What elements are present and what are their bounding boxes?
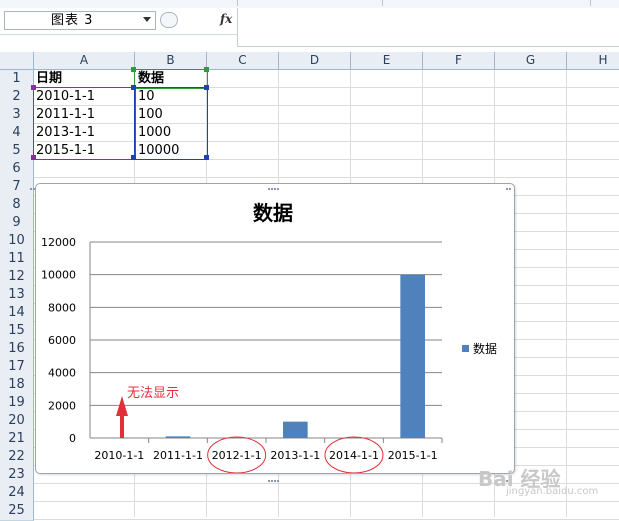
column-header-B[interactable]: B (135, 52, 207, 70)
x-tick-label: 2015-1-1 (388, 449, 438, 462)
x-tick-label: 2011-1-1 (153, 449, 203, 462)
grid-row-line (34, 177, 619, 178)
y-tick-label: 12000 (41, 236, 76, 249)
bar-2011-1-1 (166, 436, 191, 438)
resize-handle-corner[interactable] (506, 179, 520, 183)
grid-col-line (566, 70, 567, 517)
range-handle[interactable] (131, 155, 136, 160)
chevron-down-icon[interactable] (143, 17, 151, 22)
select-all-corner[interactable] (0, 52, 34, 70)
column-header-G[interactable]: G (495, 52, 567, 70)
column-header-D[interactable]: D (279, 52, 351, 70)
range-handle[interactable] (131, 67, 136, 72)
chart-title[interactable]: 数据 (253, 201, 293, 225)
column-header-F[interactable]: F (423, 52, 495, 70)
row-header-23[interactable]: 23 (0, 466, 34, 485)
row-header-7[interactable]: 7 (0, 178, 34, 197)
x-tick-label: 2012-1-1 (212, 449, 262, 462)
resize-handle-corner[interactable] (30, 179, 44, 183)
y-tick-label: 4000 (48, 367, 76, 380)
x-tick-label: 2013-1-1 (270, 449, 320, 462)
embedded-chart[interactable]: 数据 0 2000 4000 6000 8000 10000 12000 2010-1-1 2… (35, 183, 515, 474)
x-tick-label: 2010-1-1 (94, 449, 144, 462)
column-header-C[interactable]: C (207, 52, 279, 70)
y-tick-label: 2000 (48, 399, 76, 412)
formula-cancel-icon[interactable] (160, 12, 178, 28)
row-header-5[interactable]: 5 (0, 142, 34, 161)
row-header-13[interactable]: 13 (0, 286, 34, 305)
row-header-3[interactable]: 3 (0, 106, 34, 125)
column-header-H[interactable]: H (567, 52, 619, 70)
x-tick-label: 2014-1-1 (329, 449, 379, 462)
bar-2015-1-1 (400, 275, 425, 438)
name-box-value: 图表 3 (51, 12, 93, 29)
legend-swatch (462, 345, 469, 352)
row-header-16[interactable]: 16 (0, 340, 34, 359)
formula-controls: fx (158, 11, 236, 28)
range-handle[interactable] (31, 85, 36, 90)
bar-2013-1-1 (283, 422, 308, 438)
row-header-8[interactable]: 8 (0, 196, 34, 215)
row-header-15[interactable]: 15 (0, 322, 34, 341)
row-header-10[interactable]: 10 (0, 232, 34, 251)
row-header-17[interactable]: 17 (0, 358, 34, 377)
row-header-11[interactable]: 11 (0, 250, 34, 269)
value-range-highlight (134, 87, 208, 160)
red-arrow-icon (116, 396, 128, 438)
formula-bar: 图表 3 fx (0, 8, 619, 47)
row-header-2[interactable]: 2 (0, 88, 34, 107)
range-handle[interactable] (31, 155, 36, 160)
row-header-6[interactable]: 6 (0, 160, 34, 179)
row-header-1[interactable]: 1 (0, 70, 34, 89)
row-header-19[interactable]: 19 (0, 394, 34, 413)
category-range-highlight (33, 87, 136, 160)
formula-input[interactable] (237, 8, 619, 46)
range-handle[interactable] (131, 85, 136, 90)
row-header-18[interactable]: 18 (0, 376, 34, 395)
fx-icon[interactable]: fx (220, 12, 232, 26)
legend-label[interactable]: 数据 (473, 341, 497, 356)
row-header-20[interactable]: 20 (0, 412, 34, 431)
column-header-E[interactable]: E (351, 52, 423, 70)
grid-row-line (34, 501, 619, 502)
range-handle[interactable] (204, 155, 209, 160)
row-header-9[interactable]: 9 (0, 214, 34, 233)
cell-A1[interactable]: 日期 (34, 70, 134, 88)
column-header-A[interactable]: A (34, 52, 135, 70)
name-box[interactable]: 图表 3 (4, 11, 156, 30)
row-header-22[interactable]: 22 (0, 448, 34, 467)
bar-chart: 数据 0 2000 4000 6000 8000 10000 12000 2010-1-1 2… (36, 184, 514, 473)
series-name-highlight (134, 69, 208, 89)
grid-row-line (34, 519, 619, 520)
row-header-21[interactable]: 21 (0, 430, 34, 449)
annotation-text: 无法显示 (127, 382, 179, 401)
y-tick-label: 10000 (41, 269, 76, 282)
row-header-25[interactable]: 25 (0, 502, 34, 521)
resize-handle-top[interactable] (268, 179, 282, 183)
range-handle[interactable] (204, 67, 209, 72)
resize-handle-bottom[interactable] (268, 471, 282, 475)
y-tick-label: 6000 (48, 334, 76, 347)
row-header-24[interactable]: 24 (0, 484, 34, 503)
row-header-4[interactable]: 4 (0, 124, 34, 143)
y-tick-label: 0 (69, 432, 76, 445)
y-tick-label: 8000 (48, 301, 76, 314)
watermark-url: jingyan.baidu.com (506, 486, 598, 497)
row-header-12[interactable]: 12 (0, 268, 34, 287)
range-handle[interactable] (204, 85, 209, 90)
row-header-14[interactable]: 14 (0, 304, 34, 323)
